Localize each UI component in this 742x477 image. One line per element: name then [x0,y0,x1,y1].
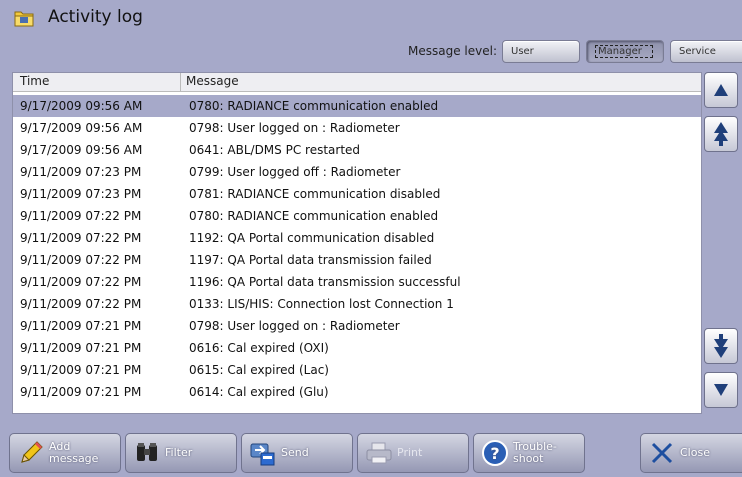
row-message: 0781: RADIANCE communication disabled [189,187,441,201]
row-message: 0780: RADIANCE communication enabled [189,209,439,223]
send-label: Send [281,446,309,459]
table-row[interactable]: 9/11/2009 07:22 PM 1192: QA Portal commun… [13,227,701,249]
page-down-button[interactable] [704,328,738,364]
troubleshoot-line2: shoot [513,452,544,465]
row-message: 0798: User logged on : Radiometer [189,319,400,333]
double-arrow-down-icon [714,334,728,358]
arrow-up-icon [714,84,728,96]
row-message: 1197: QA Portal data transmission failed [189,253,432,267]
column-header-message[interactable]: Message [182,73,239,91]
print-label: Print [397,446,423,459]
level-user-button[interactable]: User [502,40,580,63]
row-message: 0614: Cal expired (Glu) [189,385,329,399]
row-time: 9/11/2009 07:23 PM [20,165,142,179]
row-message: 0616: Cal expired (OXI) [189,341,329,355]
row-time: 9/11/2009 07:21 PM [20,319,142,333]
level-service-label: Service [679,46,716,57]
print-button[interactable]: Print [357,433,469,473]
row-message: 0133: LIS/HIS: Connection lost Connectio… [189,297,454,311]
table-row[interactable]: 9/11/2009 07:22 PM 0133: LIS/HIS: Connect… [13,293,701,315]
table-row[interactable]: 9/11/2009 07:21 PM 0614: Cal expired (Glu… [13,381,701,403]
table-row[interactable]: 9/17/2009 09:56 AM 0780: RADIANCE communi… [13,95,701,117]
column-header-time[interactable]: Time [13,73,181,91]
page-up-button[interactable] [704,116,738,152]
send-icon [249,439,277,467]
row-message: 1196: QA Portal data transmission succes… [189,275,461,289]
row-time: 9/11/2009 07:21 PM [20,363,142,377]
pencil-icon [17,439,45,467]
send-button[interactable]: Send [241,433,353,473]
row-message: 0641: ABL/DMS PC restarted [189,143,361,157]
row-time: 9/11/2009 07:22 PM [20,297,142,311]
table-body: 9/17/2009 09:56 AM 0780: RADIANCE communi… [13,95,701,403]
level-manager-button[interactable]: Manager [586,40,664,63]
add-message-button[interactable]: Add message [9,433,121,473]
row-time: 9/11/2009 07:22 PM [20,209,142,223]
scroll-up-button[interactable] [704,72,738,108]
row-message: 1192: QA Portal communication disabled [189,231,435,245]
binoculars-icon [133,439,161,467]
table-header: Time Message [13,73,701,92]
table-row[interactable]: 9/17/2009 09:56 AM 0798: User logged on :… [13,117,701,139]
table-row[interactable]: 9/17/2009 09:56 AM 0641: ABL/DMS PC resta… [13,139,701,161]
activity-log-table[interactable]: Time Message 9/17/2009 09:56 AM 0780: RAD… [12,72,702,414]
table-row[interactable]: 9/11/2009 07:22 PM 1197: QA Portal data t… [13,249,701,271]
row-time: 9/17/2009 09:56 AM [20,121,143,135]
folder-icon [14,9,34,27]
row-message: 0798: User logged on : Radiometer [189,121,400,135]
level-service-button[interactable]: Service [670,40,742,63]
table-row[interactable]: 9/11/2009 07:23 PM 0781: RADIANCE communi… [13,183,701,205]
window-title: Activity log [48,7,143,27]
svg-text:?: ? [490,444,499,463]
row-message: 0799: User logged off : Radiometer [189,165,401,179]
help-icon: ? [481,439,509,467]
table-row[interactable]: 9/11/2009 07:21 PM 0615: Cal expired (Lac… [13,359,701,381]
table-row[interactable]: 9/11/2009 07:21 PM 0798: User logged on :… [13,315,701,337]
row-time: 9/11/2009 07:21 PM [20,341,142,355]
row-message: 0780: RADIANCE communication enabled [189,99,439,113]
row-time: 9/11/2009 07:22 PM [20,275,142,289]
level-user-label: User [511,46,534,57]
filter-button[interactable]: Filter [125,433,237,473]
row-time: 9/11/2009 07:22 PM [20,253,142,267]
table-row[interactable]: 9/11/2009 07:22 PM 1196: QA Portal data t… [13,271,701,293]
printer-icon [365,439,393,467]
table-row[interactable]: 9/11/2009 07:22 PM 0780: RADIANCE communi… [13,205,701,227]
row-time: 9/11/2009 07:23 PM [20,187,142,201]
row-time: 9/17/2009 09:56 AM [20,143,143,157]
row-time: 9/17/2009 09:56 AM [20,99,143,113]
message-level-label: Message level: [408,44,497,58]
title-bar: Activity log [0,0,742,36]
scroll-down-button[interactable] [704,372,738,408]
table-row[interactable]: 9/11/2009 07:23 PM 0799: User logged off … [13,161,701,183]
arrow-down-icon [714,384,728,396]
add-message-line2: message [49,452,99,465]
close-label: Close [680,446,710,459]
filter-label: Filter [165,446,193,459]
troubleshoot-button[interactable]: ? Trouble-shoot [473,433,585,473]
row-time: 9/11/2009 07:22 PM [20,231,142,245]
level-manager-label: Manager [595,45,653,58]
close-icon [648,439,676,467]
close-button[interactable]: Close [640,433,742,473]
row-time: 9/11/2009 07:21 PM [20,385,142,399]
row-message: 0615: Cal expired (Lac) [189,363,329,377]
table-row[interactable]: 9/11/2009 07:21 PM 0616: Cal expired (OXI… [13,337,701,359]
double-arrow-up-icon [714,122,728,146]
